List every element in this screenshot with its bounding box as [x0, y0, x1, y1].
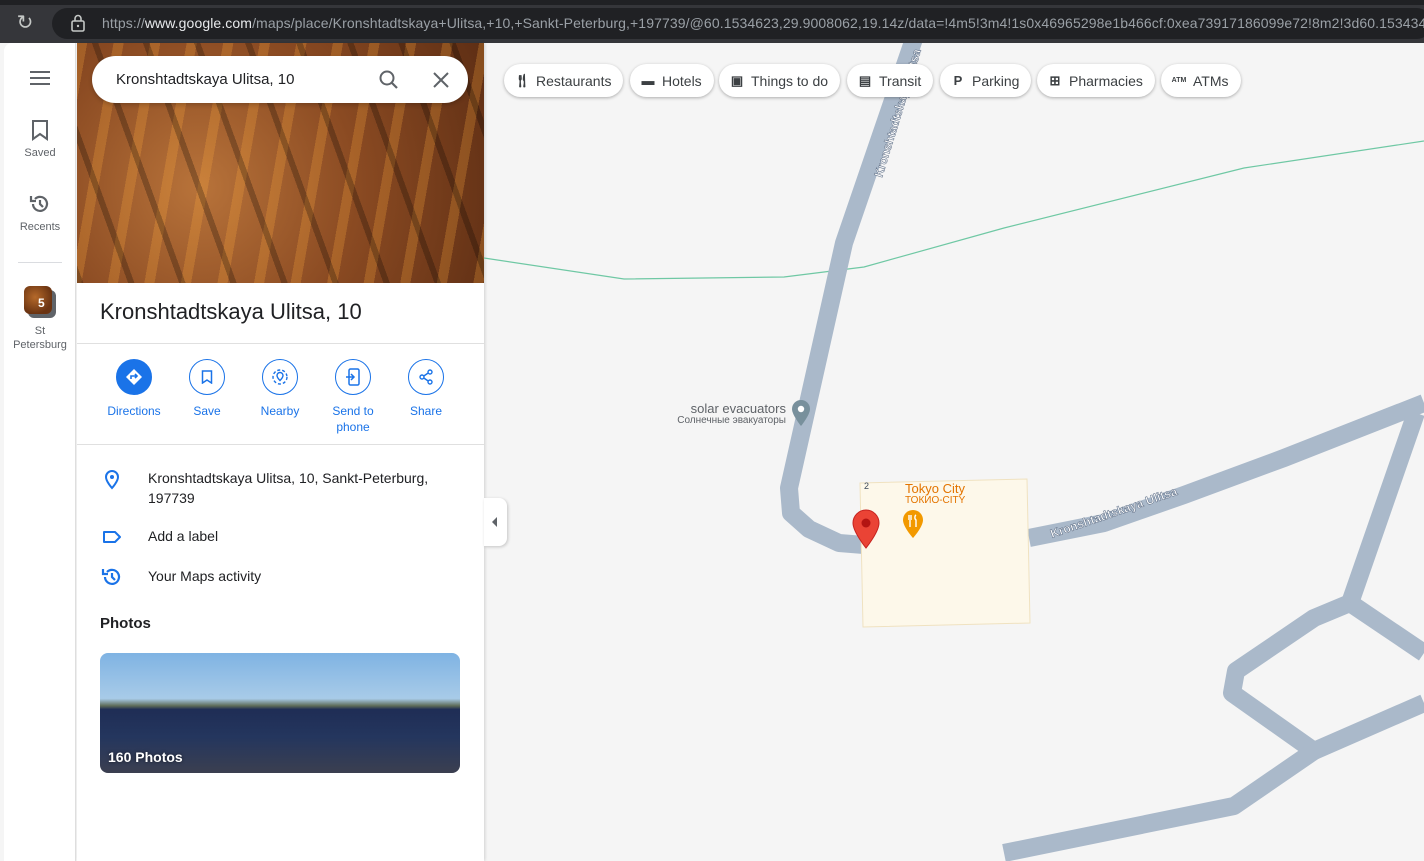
rail-item-label: Saved: [24, 147, 56, 159]
share-icon: [419, 369, 433, 385]
maps-activity-text: Your Maps activity: [148, 568, 262, 584]
recent-place-label: St Petersburg: [13, 325, 67, 351]
building-number: 2: [864, 481, 869, 491]
hamburger-menu-icon[interactable]: [30, 71, 50, 85]
chip-label: Transit: [879, 72, 922, 89]
left-rail: Saved Recents 5 St Petersburg: [4, 43, 76, 861]
action-label: Directions: [107, 404, 161, 418]
poi-name: solar evacuators: [690, 401, 786, 416]
poi-name-ru: Солнечные эвакуаторы: [677, 415, 786, 426]
divider: [77, 444, 484, 445]
rail-item-recents[interactable]: Recents: [4, 193, 76, 233]
directions-icon: [126, 369, 142, 385]
recent-place-count: 5: [38, 296, 45, 310]
location-pin-icon[interactable]: [852, 509, 880, 549]
share-button[interactable]: Share: [389, 359, 463, 419]
road-right-vertical: [1341, 410, 1424, 606]
chip-label: ATMs: [1193, 72, 1229, 89]
search-input[interactable]: [116, 68, 376, 90]
nearby-icon: [272, 369, 288, 385]
chip-restaurants[interactable]: 🍴︎ Restaurants: [504, 64, 624, 97]
rail-item-saved[interactable]: Saved: [4, 119, 76, 159]
add-label-text: Add a label: [148, 528, 219, 544]
url-text[interactable]: https://www.google.com/maps/place/Kronsh…: [102, 15, 1424, 31]
boundary-line: [484, 140, 1424, 280]
chip-parking[interactable]: P Parking: [940, 64, 1032, 97]
road-bottom: [1002, 743, 1320, 861]
photos-thumbnail[interactable]: 160 Photos: [100, 653, 460, 773]
label-icon: [103, 531, 121, 543]
address-text: Kronshtadtskaya Ulitsa, 10, Sankt-Peterb…: [148, 470, 429, 506]
nearby-button[interactable]: Nearby: [243, 359, 317, 419]
close-icon[interactable]: [428, 67, 454, 93]
action-label: Nearby: [260, 404, 300, 418]
chip-label: Hotels: [662, 72, 702, 89]
atm-icon: ATM: [1171, 77, 1187, 84]
poi-name: Tokyo City: [905, 481, 965, 496]
chip-label: Restaurants: [536, 72, 612, 89]
directions-button[interactable]: Directions: [97, 359, 171, 419]
action-label: Send to phone: [332, 404, 374, 434]
place-panel: Kronshtadtskaya Ulitsa, 10 Directions Sa…: [77, 43, 484, 861]
action-label: Save: [193, 404, 221, 418]
rail-item-label: Recents: [19, 221, 61, 233]
place-title: Kronshtadtskaya Ulitsa, 10: [100, 299, 362, 324]
action-label: Share: [409, 404, 443, 418]
pharmacy-icon: ⊞: [1049, 72, 1061, 88]
restaurant-marker-icon[interactable]: [902, 509, 924, 539]
lock-icon[interactable]: [70, 14, 86, 32]
send-to-phone-icon: [346, 368, 360, 386]
road-loop-right: [1344, 595, 1424, 661]
utensils-icon: 🍴︎: [514, 72, 531, 88]
search-box: [92, 56, 468, 103]
location-pin-icon: [104, 469, 120, 490]
tab-strip: [0, 0, 1424, 5]
recent-place-thumbnail: 5: [24, 286, 56, 318]
train-icon: ▤: [858, 72, 872, 88]
chip-atms[interactable]: ATM ATMs: [1161, 64, 1241, 97]
chip-transit[interactable]: ▤ Transit: [847, 64, 934, 97]
chip-hotels[interactable]: ▬ Hotels: [630, 64, 714, 97]
rail-divider: [18, 262, 62, 263]
history-icon: [101, 568, 121, 585]
parking-icon: P: [953, 73, 963, 88]
poi-solar-evacuators[interactable]: solar evacuators Солнечные эвакуаторы: [634, 401, 786, 426]
reload-icon[interactable]: ↻: [14, 12, 36, 34]
chip-label: Things to do: [751, 72, 829, 89]
chip-things-to-do[interactable]: ▣ Things to do: [719, 64, 841, 97]
map-roads: Kronshtadtskaya Ulitsa Kronshtadtskaya U…: [484, 43, 1424, 861]
chip-label: Pharmacies: [1069, 72, 1143, 89]
poi-name-ru: ТОКИО-CITY: [905, 495, 966, 506]
photos-count: 160 Photos: [108, 749, 183, 765]
map-canvas[interactable]: Kronshtadtskaya Ulitsa Kronshtadtskaya U…: [484, 43, 1424, 861]
divider: [77, 343, 484, 344]
send-to-phone-button[interactable]: Send to phone: [316, 359, 390, 435]
poi-marker-icon[interactable]: [791, 399, 811, 427]
chip-pharmacies[interactable]: ⊞ Pharmacies: [1037, 64, 1155, 97]
chip-label: Parking: [972, 72, 1020, 89]
bed-icon: ▬: [641, 73, 655, 88]
url-domain: www.google.com: [144, 15, 253, 31]
camera-icon: ▣: [730, 72, 744, 88]
bookmark-icon: [201, 370, 213, 384]
url-scheme: https://: [102, 15, 145, 31]
browser-toolbar: ↻ https://www.google.com/maps/place/Kron…: [0, 0, 1424, 43]
rail-item-recent-place[interactable]: 5 St Petersburg: [4, 286, 76, 352]
maps-app: Saved Recents 5 St Petersburg Kronshtadt…: [0, 43, 1424, 861]
url-path: /maps/place/Kronshtadtskaya+Ulitsa,+10,+…: [252, 15, 1424, 31]
history-icon: [29, 195, 49, 212]
poi-tokyo-city[interactable]: Tokyo City ТОКИО-CITY: [905, 481, 965, 506]
bookmark-icon: [32, 120, 48, 141]
photos-heading: Photos: [100, 615, 151, 632]
action-buttons: Directions Save Nearby Send to phone Sha…: [97, 359, 477, 449]
search-icon[interactable]: [376, 67, 402, 93]
save-button[interactable]: Save: [170, 359, 244, 419]
